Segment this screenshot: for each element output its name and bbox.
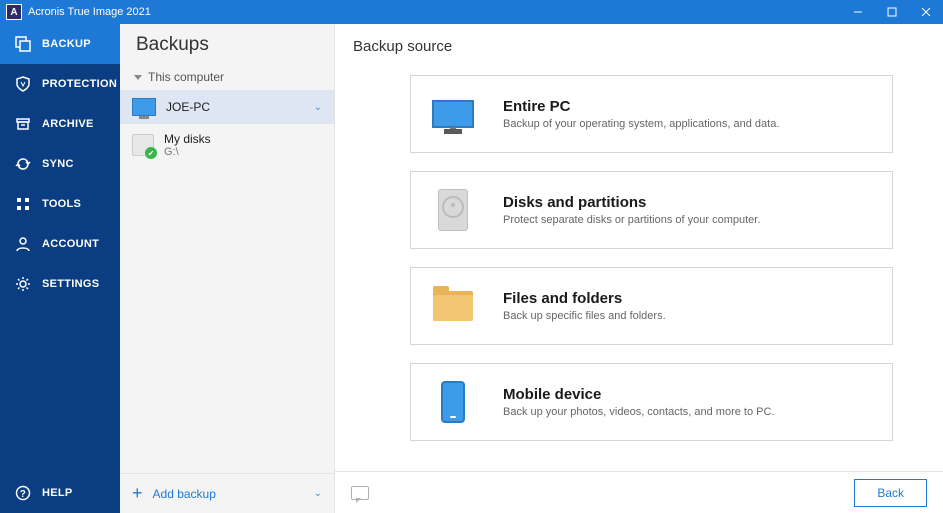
nav-account[interactable]: ACCOUNT — [0, 224, 120, 264]
backup-item-my-disks[interactable]: My disks G:\ — [120, 124, 334, 166]
sync-icon — [14, 156, 32, 172]
content-footer: Back — [335, 471, 943, 513]
nav-label: SYNC — [42, 158, 74, 170]
add-backup-button[interactable]: + Add backup ⌄ — [120, 473, 334, 513]
account-icon — [14, 236, 32, 252]
sidebar-nav: BACKUP PROTECTION ARCHIVE SYNC TOOLS ACC… — [0, 24, 120, 513]
backup-icon — [14, 36, 32, 52]
option-disks[interactable]: Disks and partitions Protect separate di… — [410, 171, 893, 249]
group-label-text: This computer — [148, 70, 224, 84]
backups-panel: Backups This computer JOE-PC ⌄ My disks … — [120, 24, 335, 513]
content-header: Backup source — [335, 24, 943, 65]
nav-label: PROTECTION — [42, 78, 117, 90]
help-icon: ? — [14, 485, 32, 501]
backup-item-joe-pc[interactable]: JOE-PC ⌄ — [120, 90, 334, 124]
monitor-icon — [432, 100, 474, 128]
window-title: Acronis True Image 2021 — [28, 6, 841, 18]
plus-icon: + — [132, 483, 143, 504]
svg-text:?: ? — [20, 489, 26, 500]
backup-name: JOE-PC — [166, 100, 210, 114]
title-bar: A Acronis True Image 2021 — [0, 0, 943, 24]
gear-icon — [14, 276, 32, 292]
nav-protection[interactable]: PROTECTION — [0, 64, 120, 104]
nav-settings[interactable]: SETTINGS — [0, 264, 120, 304]
content-area: Backup source Entire PC Backup of your o… — [335, 24, 943, 513]
option-desc: Back up your photos, videos, contacts, a… — [503, 406, 774, 418]
mobile-icon — [441, 381, 465, 423]
hdd-icon — [132, 134, 154, 156]
nav-sync[interactable]: SYNC — [0, 144, 120, 184]
archive-icon — [14, 116, 32, 132]
tools-icon — [14, 196, 32, 212]
disk-icon — [438, 189, 468, 231]
app-logo: A — [6, 4, 22, 20]
nav-label: ACCOUNT — [42, 238, 99, 250]
option-title: Entire PC — [503, 98, 779, 115]
option-title: Disks and partitions — [503, 194, 760, 211]
option-mobile[interactable]: Mobile device Back up your photos, video… — [410, 363, 893, 441]
nav-label: HELP — [42, 487, 73, 499]
group-this-computer[interactable]: This computer — [120, 62, 334, 90]
comment-icon[interactable] — [351, 486, 369, 500]
monitor-icon — [132, 98, 156, 116]
option-files[interactable]: Files and folders Back up specific files… — [410, 267, 893, 345]
source-options: Entire PC Backup of your operating syste… — [335, 65, 943, 471]
option-title: Files and folders — [503, 290, 666, 307]
option-entire-pc[interactable]: Entire PC Backup of your operating syste… — [410, 75, 893, 153]
backup-name: My disks — [164, 132, 211, 146]
nav-help[interactable]: ? HELP — [0, 473, 120, 513]
option-title: Mobile device — [503, 386, 774, 403]
nav-label: TOOLS — [42, 198, 81, 210]
minimize-button[interactable] — [841, 0, 875, 24]
backup-sub: G:\ — [164, 146, 211, 158]
maximize-button[interactable] — [875, 0, 909, 24]
add-backup-label: Add backup — [153, 487, 304, 501]
option-desc: Back up specific files and folders. — [503, 310, 666, 322]
nav-label: ARCHIVE — [42, 118, 94, 130]
panel-header: Backups — [120, 24, 334, 62]
nav-label: SETTINGS — [42, 278, 99, 290]
nav-backup[interactable]: BACKUP — [0, 24, 120, 64]
back-button[interactable]: Back — [854, 479, 927, 507]
shield-icon — [14, 76, 32, 92]
chevron-down-icon[interactable]: ⌄ — [314, 488, 322, 499]
option-desc: Protect separate disks or partitions of … — [503, 214, 760, 226]
nav-tools[interactable]: TOOLS — [0, 184, 120, 224]
folder-icon — [433, 291, 473, 321]
caret-down-icon — [134, 75, 142, 80]
nav-label: BACKUP — [42, 38, 91, 50]
chevron-down-icon[interactable]: ⌄ — [314, 102, 322, 113]
close-button[interactable] — [909, 0, 943, 24]
nav-archive[interactable]: ARCHIVE — [0, 104, 120, 144]
option-desc: Backup of your operating system, applica… — [503, 118, 779, 130]
